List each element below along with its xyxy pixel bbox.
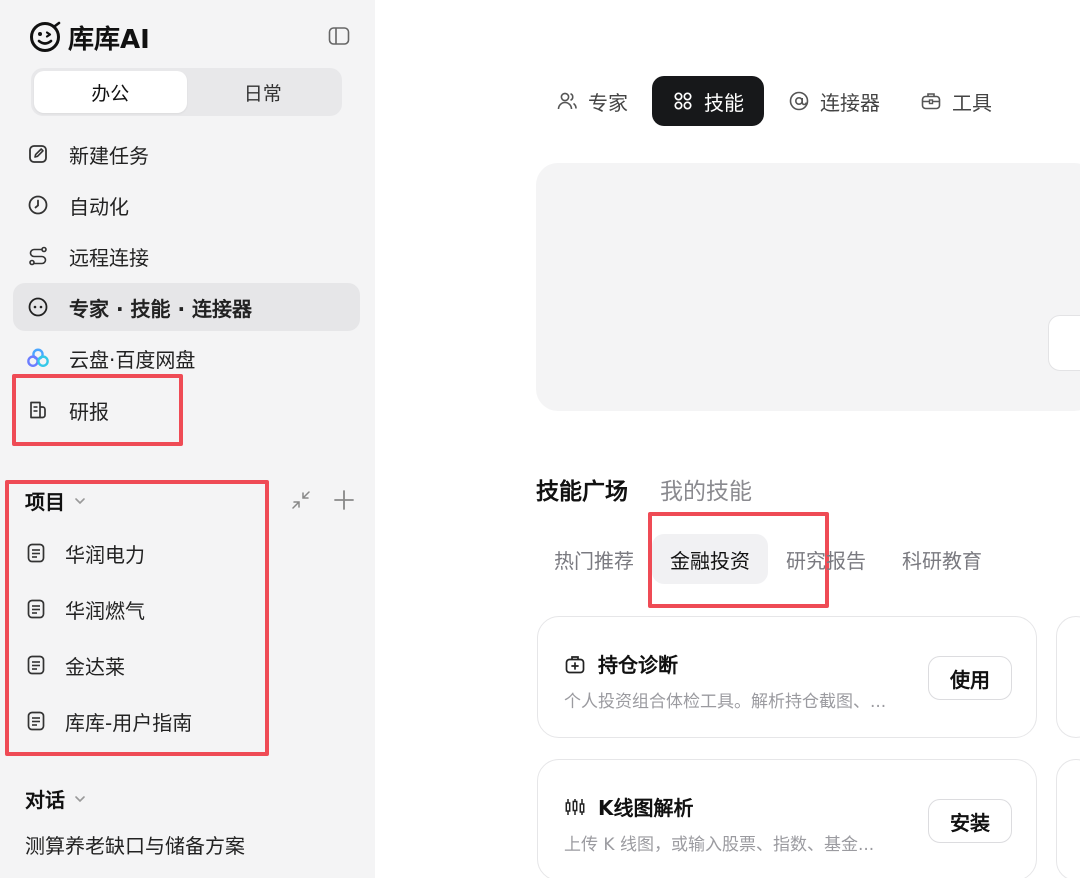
app-name: 库库AI	[68, 24, 150, 55]
document-icon	[27, 655, 45, 675]
mode-option-daily[interactable]: 日常	[187, 71, 340, 113]
category-hot[interactable]: 热门推荐	[536, 534, 652, 584]
card-title-row: K线图解析	[564, 792, 694, 821]
nav-label: 云盘·百度网盘	[69, 347, 196, 372]
project-label: 金达莱	[65, 654, 125, 679]
tab-skills[interactable]: 技能	[652, 76, 764, 126]
sidebar-toggle-icon[interactable]	[328, 26, 350, 46]
tab-experts[interactable]: 专家	[540, 76, 644, 126]
hero-button-partial[interactable]	[1048, 315, 1080, 371]
project-item[interactable]: 华润燃气	[25, 589, 145, 629]
projects-title: 项目	[25, 490, 65, 514]
nav-label: 专家 · 技能 · 连接器	[69, 296, 253, 321]
tab-label: 连接器	[820, 90, 880, 115]
sidebar: 库库AI 办公 日常 新建任务 自动化 远程连接 专家 · 技能 · 连接器 云…	[0, 0, 375, 878]
users-icon	[557, 92, 577, 110]
nav-label: 远程连接	[69, 245, 149, 270]
nav-item-cloud-disk[interactable]: 云盘·百度网盘	[13, 334, 360, 382]
tab-connectors[interactable]: 连接器	[772, 76, 896, 126]
category-research[interactable]: 研究报告	[768, 534, 884, 584]
nav-item-automation[interactable]: 自动化	[13, 181, 360, 229]
tab-my-skills[interactable]: 我的技能	[660, 472, 752, 506]
card-title: 持仓诊断	[598, 653, 678, 677]
nav-label: 研报	[69, 399, 109, 424]
chat-item[interactable]: 测算养老缺口与储备方案	[25, 830, 245, 859]
clock-icon	[27, 194, 49, 216]
card-description: 上传 K 线图，或输入股票、指数、基金...	[564, 835, 875, 855]
projects-actions	[290, 488, 356, 512]
nav-label: 新建任务	[69, 143, 149, 168]
top-tabs: 专家 技能 连接器 工具	[540, 76, 1016, 126]
project-item[interactable]: 库库-用户指南	[25, 701, 192, 741]
projects-header[interactable]: 项目	[25, 486, 87, 515]
grid-icon	[674, 92, 692, 110]
skill-card-partial[interactable]	[1056, 616, 1080, 738]
document-icon	[27, 599, 45, 619]
tab-tools[interactable]: 工具	[904, 76, 1008, 126]
card-description: 个人投资组合体检工具。解析持仓截图、...	[564, 692, 887, 712]
chats-title: 对话	[25, 788, 65, 812]
chats-header[interactable]: 对话	[25, 784, 87, 813]
hero-panel	[536, 163, 1080, 411]
tab-label: 技能	[704, 90, 744, 115]
project-label: 华润燃气	[65, 598, 145, 623]
at-icon	[789, 91, 809, 111]
logo-smile-icon	[30, 21, 61, 52]
project-label: 库库-用户指南	[65, 710, 193, 735]
project-label: 华润电力	[65, 542, 145, 567]
nav-label: 自动化	[69, 194, 129, 219]
category-education[interactable]: 科研教育	[884, 534, 1000, 584]
report-icon	[27, 399, 49, 421]
category-tabs: 热门推荐 金融投资 研究报告 科研教育	[536, 534, 1000, 584]
card-title-row: 持仓诊断	[564, 649, 678, 678]
skill-card-partial[interactable]	[1056, 759, 1080, 878]
tab-skill-plaza[interactable]: 技能广场	[536, 472, 628, 506]
tab-label: 工具	[952, 90, 992, 115]
nav-item-new-task[interactable]: 新建任务	[13, 130, 360, 178]
skill-card[interactable]: K线图解析 上传 K 线图，或输入股票、指数、基金... 安装	[537, 759, 1037, 878]
category-finance[interactable]: 金融投资	[652, 534, 768, 584]
nav-item-experts-skills-connectors[interactable]: 专家 · 技能 · 连接器	[13, 283, 360, 331]
project-item[interactable]: 金达莱	[25, 645, 125, 685]
candlestick-icon	[565, 798, 585, 815]
briefcase-plus-icon	[565, 655, 585, 673]
skill-tabs: 技能广场 我的技能	[536, 472, 752, 506]
nav-item-research-report[interactable]: 研报	[13, 386, 360, 434]
edit-icon	[27, 143, 49, 165]
skill-card[interactable]: 持仓诊断 个人投资组合体检工具。解析持仓截图、... 使用	[537, 616, 1037, 738]
baidu-netdisk-icon	[27, 347, 49, 369]
collapse-icon[interactable]	[290, 489, 312, 511]
document-icon	[27, 543, 45, 563]
route-icon	[27, 245, 49, 267]
app-window: 库库AI 办公 日常 新建任务 自动化 远程连接 专家 · 技能 · 连接器 云…	[0, 0, 1080, 878]
tab-label: 专家	[588, 90, 628, 115]
card-title: K线图解析	[598, 796, 694, 820]
app-logo[interactable]: 库库AI	[28, 20, 150, 55]
chevron-down-icon	[75, 497, 85, 504]
mode-option-office[interactable]: 办公	[34, 71, 187, 113]
document-icon	[27, 711, 45, 731]
chevron-down-icon	[75, 795, 85, 802]
smile-circle-icon	[27, 296, 49, 318]
toolbox-icon	[921, 93, 941, 110]
project-item[interactable]: 华润电力	[25, 533, 145, 573]
install-button[interactable]: 安装	[928, 799, 1012, 843]
use-button[interactable]: 使用	[928, 656, 1012, 700]
nav-item-remote-connect[interactable]: 远程连接	[13, 232, 360, 280]
add-project-icon[interactable]	[332, 488, 356, 512]
mode-switch: 办公 日常	[31, 68, 342, 116]
